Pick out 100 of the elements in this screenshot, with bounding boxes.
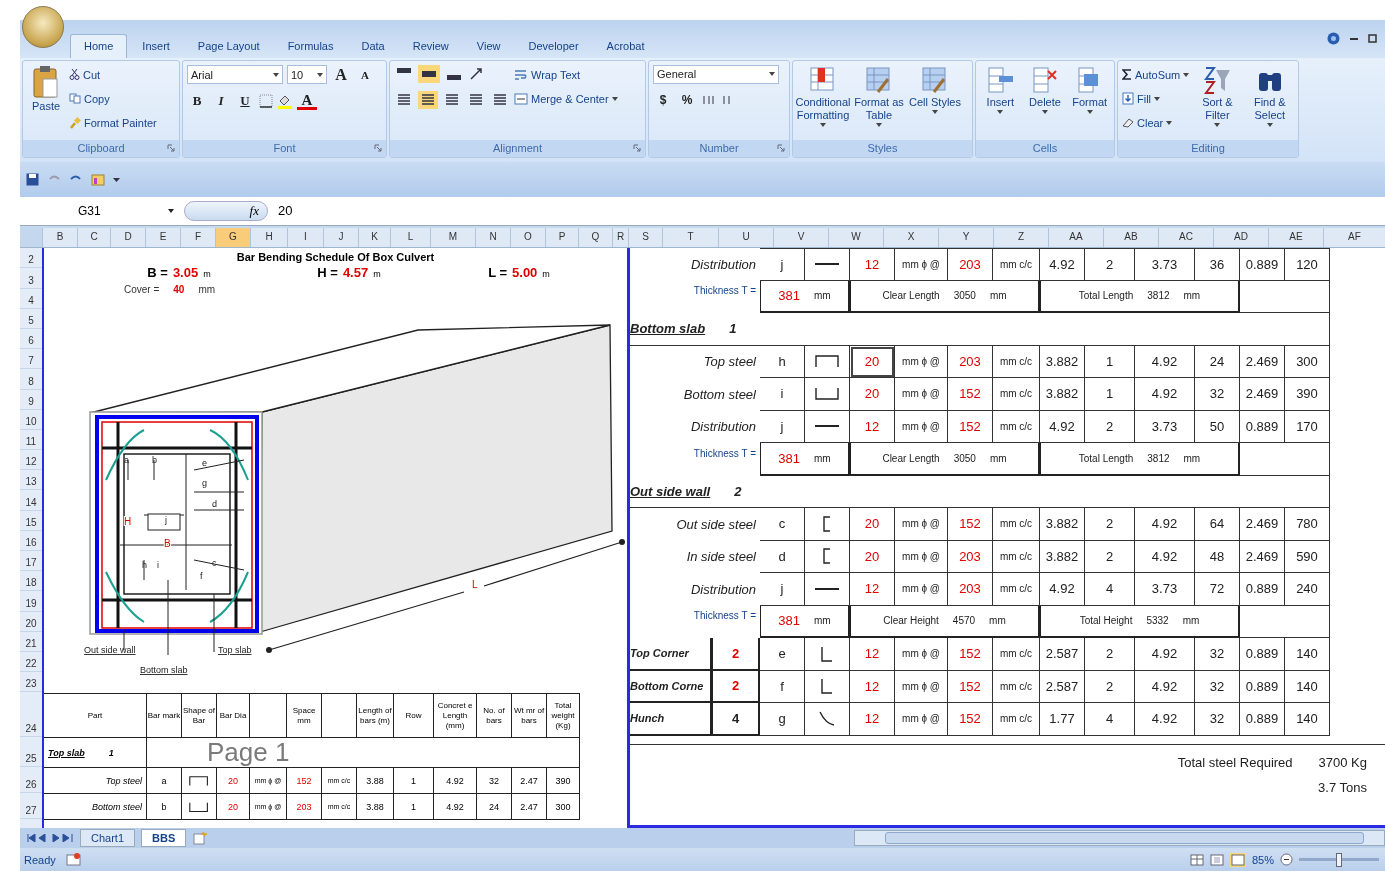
- column-header[interactable]: Y: [938, 228, 993, 248]
- column-header[interactable]: X: [883, 228, 938, 248]
- column-header[interactable]: N: [475, 228, 510, 248]
- editing-button[interactable]: Sort & Filter: [1193, 64, 1242, 127]
- styles-button[interactable]: Conditional Formatting: [797, 64, 849, 127]
- column-header[interactable]: D: [110, 228, 145, 248]
- office-button[interactable]: [22, 6, 64, 48]
- dialog-launcher-icon[interactable]: [167, 144, 175, 152]
- row-header[interactable]: 17: [20, 551, 42, 572]
- row-header[interactable]: 20: [20, 611, 42, 632]
- ribbon-tab[interactable]: Data: [348, 34, 398, 58]
- wrap-text-button[interactable]: Wrap Text: [514, 64, 618, 85]
- column-header[interactable]: I: [287, 228, 323, 248]
- cells-button[interactable]: Insert: [980, 64, 1021, 114]
- ribbon-tab[interactable]: Insert: [129, 34, 183, 58]
- editing-command[interactable]: Clear: [1122, 112, 1190, 133]
- cells-button[interactable]: Format: [1069, 64, 1110, 114]
- font-style-button[interactable]: I: [211, 90, 231, 111]
- column-header[interactable]: Q: [578, 228, 612, 248]
- row-header[interactable]: 25: [20, 737, 42, 768]
- horizontal-scrollbar[interactable]: [854, 830, 1385, 847]
- column-header[interactable]: P: [545, 228, 578, 248]
- ribbon-tab[interactable]: Formulas: [274, 34, 347, 58]
- merge-center-button[interactable]: Merge & Center: [514, 88, 618, 109]
- column-header[interactable]: J: [323, 228, 358, 248]
- font-family-dropdown[interactable]: Arial: [187, 65, 283, 85]
- dialog-launcher-icon[interactable]: [633, 144, 641, 152]
- font-color-button[interactable]: A: [297, 91, 317, 110]
- column-header[interactable]: T: [662, 228, 718, 248]
- zoom-level[interactable]: 85%: [1251, 853, 1274, 866]
- name-box[interactable]: G31: [20, 200, 180, 223]
- column-header[interactable]: V: [773, 228, 828, 248]
- help-icon[interactable]: [1327, 32, 1340, 46]
- column-header[interactable]: AF: [1323, 228, 1385, 248]
- sheet-navigation-icon[interactable]: [26, 834, 74, 843]
- editing-button[interactable]: Find & Select: [1245, 64, 1294, 127]
- cells-button[interactable]: Delete: [1024, 64, 1066, 114]
- shrink-font-button[interactable]: A: [355, 64, 375, 85]
- zoom-out-icon[interactable]: [1280, 853, 1293, 867]
- dialog-launcher-icon[interactable]: [777, 144, 785, 152]
- insert-function-button[interactable]: fx: [249, 203, 259, 220]
- save-icon[interactable]: [26, 172, 39, 186]
- clipboard-command[interactable]: Format Painter: [69, 112, 157, 133]
- column-header[interactable]: U: [718, 228, 773, 248]
- number-format-button[interactable]: $: [653, 89, 673, 110]
- ribbon-tab[interactable]: View: [463, 34, 514, 58]
- column-header[interactable]: Z: [993, 228, 1048, 248]
- row-header[interactable]: 2: [20, 248, 42, 269]
- clipboard-command[interactable]: Copy: [69, 88, 157, 109]
- column-header[interactable]: O: [510, 228, 545, 248]
- row-header[interactable]: 6: [20, 328, 42, 350]
- styles-button[interactable]: Cell Styles: [909, 64, 961, 114]
- row-header[interactable]: 7: [20, 349, 42, 370]
- row-header[interactable]: 22: [20, 651, 42, 673]
- row-header[interactable]: 15: [20, 510, 42, 531]
- align-middle-icon[interactable]: [418, 64, 440, 83]
- number-format-dropdown[interactable]: General: [653, 64, 779, 84]
- align-center-icon[interactable]: [418, 90, 438, 109]
- column-header[interactable]: R: [612, 228, 628, 248]
- styles-button[interactable]: Format as Table: [853, 64, 905, 127]
- editing-command[interactable]: Fill: [1122, 88, 1190, 109]
- row-header[interactable]: 4: [20, 288, 42, 309]
- row-header[interactable]: 10: [20, 409, 42, 430]
- ribbon-tab[interactable]: Review: [399, 34, 462, 58]
- column-header[interactable]: AD: [1213, 228, 1268, 248]
- row-header[interactable]: 9: [20, 389, 42, 410]
- column-header[interactable]: G: [215, 228, 250, 248]
- ribbon-tab[interactable]: Home: [70, 33, 128, 58]
- row-header[interactable]: 19: [20, 591, 42, 612]
- ribbon-tab[interactable]: Developer: [515, 34, 592, 58]
- zoom-slider-thumb[interactable]: [1336, 852, 1342, 867]
- chart-wizard-icon[interactable]: [91, 172, 105, 187]
- row-header[interactable]: 24: [20, 692, 42, 738]
- column-header[interactable]: H: [250, 228, 287, 248]
- row-header[interactable]: 5: [20, 308, 42, 329]
- font-style-button[interactable]: B: [187, 90, 207, 111]
- sheet-tab[interactable]: Chart1: [80, 829, 136, 848]
- normal-view-icon[interactable]: [1189, 853, 1204, 866]
- row-header[interactable]: 21: [20, 631, 42, 652]
- column-header[interactable]: S: [628, 228, 662, 248]
- column-header[interactable]: E: [145, 228, 180, 248]
- font-size-dropdown[interactable]: 10: [287, 65, 327, 85]
- column-header[interactable]: K: [358, 228, 390, 248]
- column-header[interactable]: M: [430, 228, 475, 248]
- row-header[interactable]: 23: [20, 672, 42, 693]
- editing-command[interactable]: AutoSum: [1122, 64, 1190, 85]
- formula-input[interactable]: 20: [272, 200, 1385, 223]
- column-header[interactable]: AB: [1103, 228, 1158, 248]
- column-header[interactable]: AC: [1158, 228, 1213, 248]
- macro-record-icon[interactable]: [65, 853, 82, 867]
- paste-button[interactable]: Paste: [27, 64, 65, 113]
- font-style-button[interactable]: U: [235, 90, 255, 111]
- column-header[interactable]: AE: [1268, 228, 1323, 248]
- row-header[interactable]: 13: [20, 470, 42, 491]
- row-header[interactable]: 11: [20, 429, 42, 451]
- ribbon-tab[interactable]: Acrobat: [593, 34, 658, 58]
- ribbon-tab[interactable]: Page Layout: [184, 34, 273, 58]
- column-header[interactable]: AA: [1048, 228, 1103, 248]
- page-break-view-icon[interactable]: [1229, 852, 1246, 867]
- clipboard-command[interactable]: Cut: [69, 64, 157, 85]
